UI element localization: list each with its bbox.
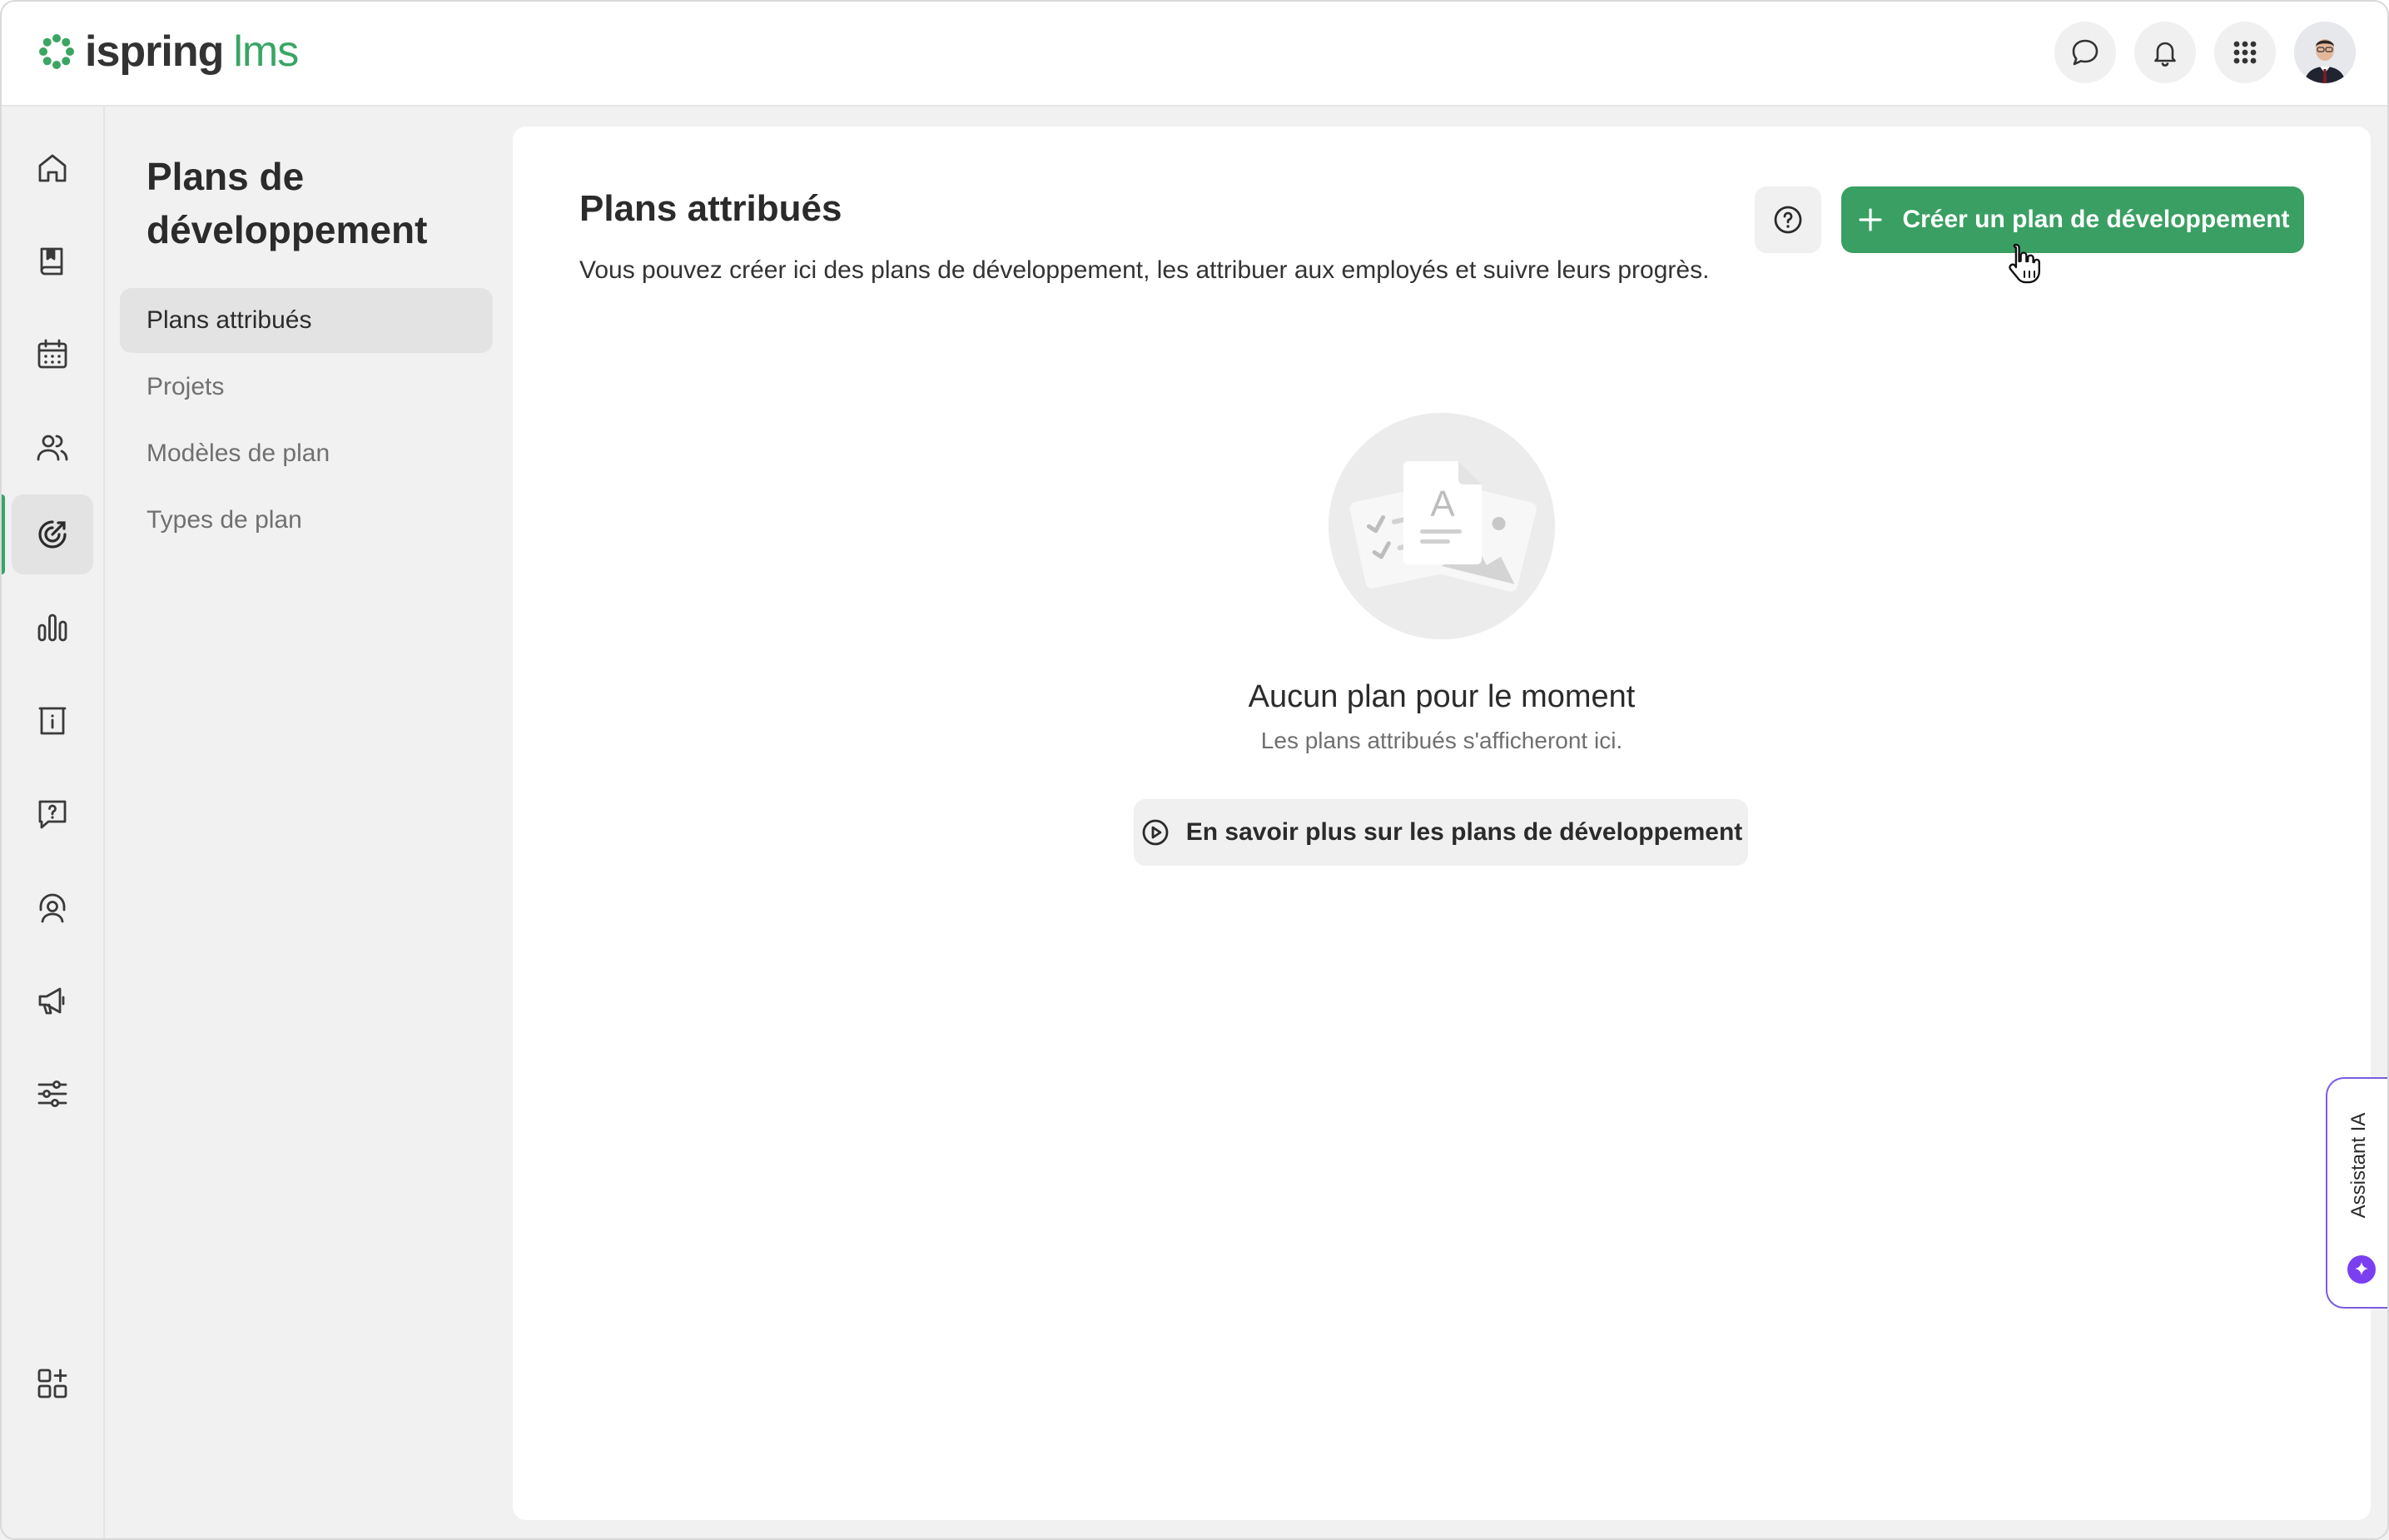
support-agent-icon	[39, 893, 66, 923]
rail-development-plans[interactable]	[12, 494, 93, 574]
rail-info-board[interactable]	[12, 681, 93, 761]
logo-text-ispring: ispring	[85, 27, 224, 76]
rail-calendar[interactable]	[12, 315, 93, 395]
logo-text-lms: lms	[233, 27, 299, 76]
nav-item-projects[interactable]: Projets	[120, 355, 493, 420]
users-icon	[37, 435, 68, 461]
rail-settings[interactable]	[12, 1054, 93, 1134]
rail-reports[interactable]	[12, 588, 93, 668]
rail-learning[interactable]	[12, 221, 93, 301]
rail-home[interactable]	[12, 128, 93, 208]
home-icon	[38, 154, 67, 182]
rail-active-indicator	[0, 494, 5, 574]
top-bar: ispring lms	[0, 0, 2389, 107]
apps-button[interactable]	[2214, 22, 2276, 83]
question-chat-icon	[38, 800, 67, 829]
apps-grid-icon	[2233, 41, 2257, 64]
ai-sparkle-icon	[2347, 1255, 2376, 1284]
bell-icon	[2154, 42, 2176, 67]
learn-more-button[interactable]: En savoir plus sur les plans de développ…	[1134, 799, 1748, 866]
sparkle-icon	[2355, 1262, 2368, 1275]
learn-more-label: En savoir plus sur les plans de développ…	[1185, 818, 1743, 846]
chat-button[interactable]	[2054, 22, 2116, 83]
logo[interactable]: ispring lms	[37, 25, 299, 78]
bar-chart-icon	[37, 614, 67, 642]
main-panel: Plans attribués Vous pouvez créer ici de…	[513, 127, 2371, 1520]
rail-questions[interactable]	[12, 774, 93, 854]
empty-state-illustration: A	[1329, 413, 1555, 639]
rail-users[interactable]	[12, 408, 93, 488]
page-title: Plans attribués	[579, 188, 842, 229]
help-button[interactable]	[1755, 186, 1821, 253]
page-description: Vous pouvez créer ici des plans de dével…	[579, 256, 1710, 284]
svg-text:A: A	[1430, 484, 1455, 524]
rail-announcements[interactable]	[12, 961, 93, 1041]
icon-sidebar	[0, 107, 105, 1540]
section-title: Plans de développement	[147, 155, 428, 251]
section-nav: Plans de développement Plans attribués P…	[105, 107, 513, 1540]
book-icon	[40, 247, 63, 276]
ai-assistant-tab[interactable]: Assistant IA	[2326, 1077, 2389, 1309]
chat-icon	[2072, 39, 2098, 66]
rail-add-widget[interactable]	[12, 1344, 93, 1423]
info-board-icon	[38, 707, 67, 735]
target-icon	[38, 520, 67, 549]
nav-item-plan-types[interactable]: Types de plan	[120, 488, 493, 553]
empty-state-subtitle: Les plans attribués s'afficheront ici.	[1260, 728, 1623, 753]
documents-illustration-icon: A	[1329, 413, 1555, 639]
nav-item-assigned-plans[interactable]: Plans attribués	[120, 288, 493, 353]
logo-icon	[39, 34, 74, 69]
ai-assistant-label: Assistant IA	[2347, 1112, 2370, 1219]
hand-cursor-icon	[2009, 243, 2040, 284]
avatar-image	[2294, 22, 2356, 83]
logo-text: ispring lms	[85, 25, 299, 78]
sliders-icon	[37, 1080, 67, 1107]
user-avatar[interactable]	[2294, 22, 2356, 83]
header-actions	[2054, 22, 2356, 83]
create-plan-button[interactable]: Créer un plan de développement	[1841, 186, 2304, 253]
megaphone-icon	[38, 987, 65, 1015]
play-circle-icon	[1142, 819, 1169, 846]
empty-state-title: Aucun plan pour le moment	[1248, 679, 1636, 714]
plus-icon	[1859, 208, 1883, 231]
notifications-button[interactable]	[2134, 22, 2196, 83]
create-plan-label: Créer un plan de développement	[1902, 206, 2290, 233]
nav-item-plan-templates[interactable]: Modèles de plan	[120, 421, 493, 486]
rail-support[interactable]	[12, 867, 93, 947]
question-circle-icon	[1774, 206, 1802, 234]
add-widget-icon	[37, 1369, 67, 1398]
calendar-icon	[37, 339, 67, 369]
